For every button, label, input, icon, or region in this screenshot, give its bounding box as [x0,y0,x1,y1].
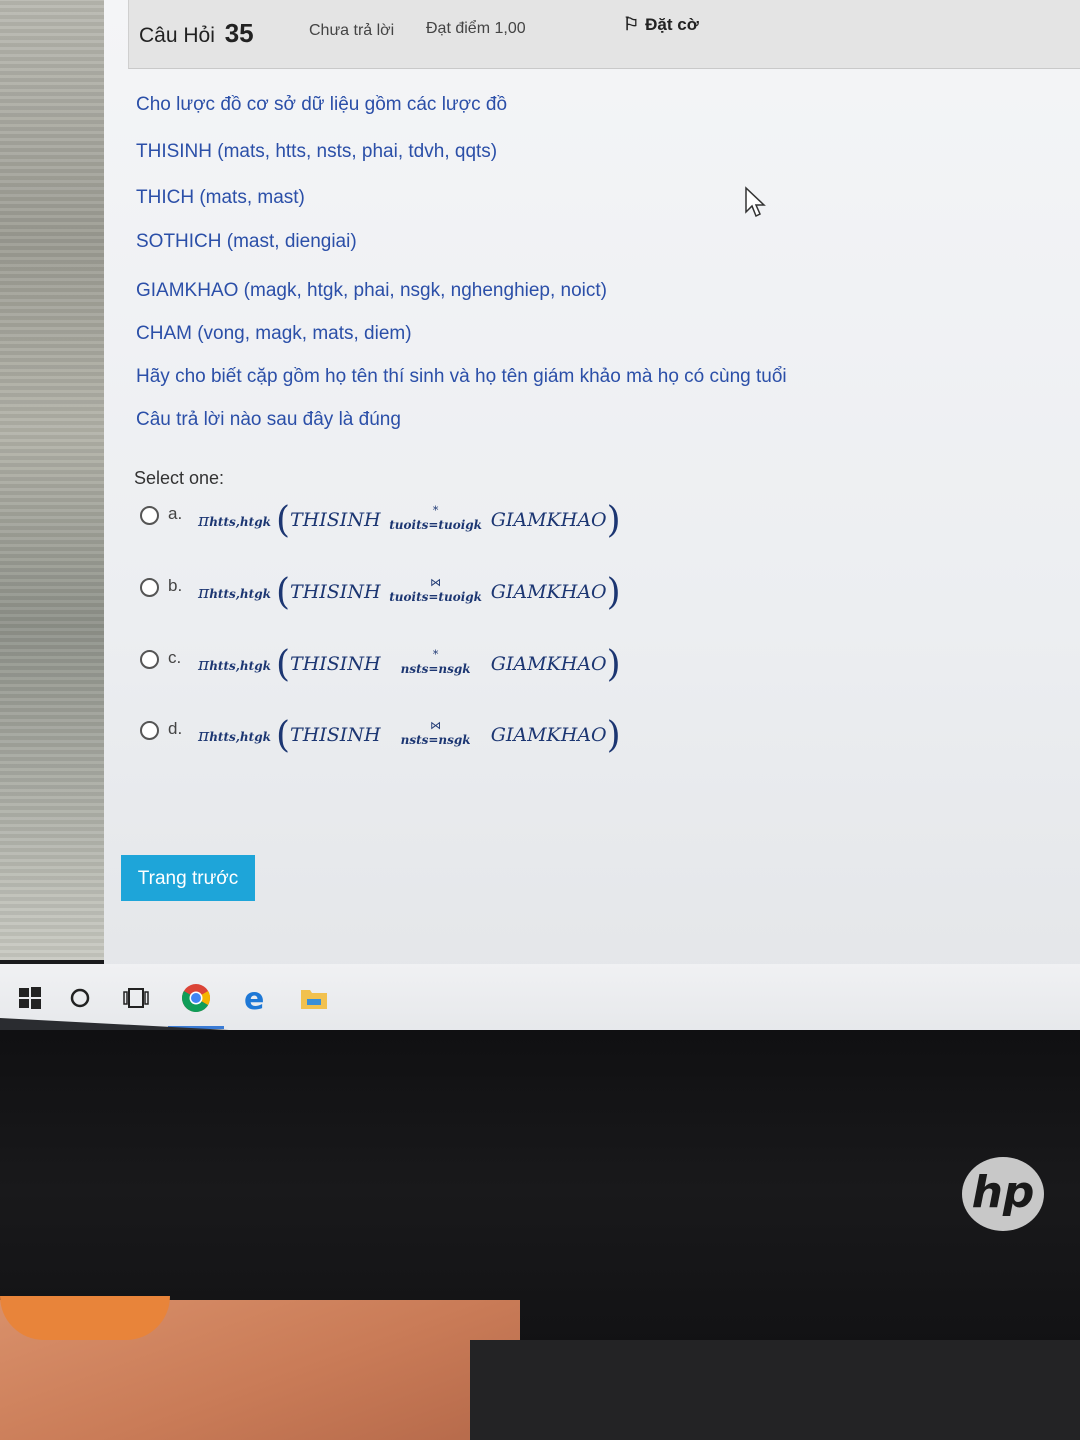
question-title: Câu Hỏi 35 [139,18,254,49]
answer-option-c[interactable]: c. πhtts,htgk (THISINH * nsts=nsgk GIAMKH… [140,644,660,710]
option-formula: πhtts,htgk (THISINH ⋈ nsts=nsgk GIAMKHAO) [198,715,621,756]
search-circle-icon[interactable] [60,978,100,1018]
flag-icon: ⚐ [623,14,640,34]
question-status: Chưa trả lời [309,22,395,39]
radio-button[interactable] [140,506,159,525]
svg-text:e: e [244,983,264,1013]
chrome-icon[interactable] [176,978,216,1018]
answer-option-a[interactable]: a. πhtts,htgk (THISINH * tuoits=tuoigk GI… [140,500,660,566]
task-view-icon[interactable] [116,978,156,1018]
edge-icon[interactable]: e [236,978,276,1018]
flag-label: Đặt cờ [645,15,699,34]
monitor-stand [470,1340,1080,1440]
mouse-cursor-icon [745,186,766,218]
option-letter: b. [168,576,183,595]
question-text-line: CHAM (vong, magk, mats, diem) [136,323,412,344]
question-text-line: THICH (mats, mast) [136,187,305,208]
windows-start-icon[interactable] [10,978,50,1018]
question-text-line: Cho lược đồ cơ sở dữ liệu gồm các lược đ… [136,94,508,115]
question-text-line: Hãy cho biết cặp gồm họ tên thí sinh và … [136,366,787,387]
option-formula: πhtts,htgk (THISINH * nsts=nsgk GIAMKHAO) [198,644,621,685]
question-info-bar: Câu Hỏi 35 Chưa trả lời Đạt điểm 1,00 ⚐ Đ… [128,0,1080,69]
radio-button[interactable] [140,650,159,669]
question-text-line: SOTHICH (mast, diengiai) [136,231,357,252]
question-number: 35 [224,18,254,48]
question-text-line: GIAMKHAO (magk, htgk, phai, nsgk, ngheng… [136,280,608,301]
question-text-line: Câu trả lời nào sau đây là đúng [136,409,401,430]
option-letter: d. [168,719,183,738]
option-letter: c. [168,648,182,667]
orange-cup [0,1296,170,1340]
answer-option-b[interactable]: b. πhtts,htgk (THISINH ⋈ tuoits=tuoigk GI… [140,572,660,638]
question-text-line: THISINH (mats, htts, nsts, phai, tdvh, q… [136,141,498,162]
radio-button[interactable] [140,578,159,597]
background-photo [0,0,104,960]
file-explorer-icon[interactable] [294,978,334,1018]
select-one-label: Select one: [134,468,225,488]
radio-button[interactable] [140,721,159,740]
flag-question-button[interactable]: ⚐ Đặt cờ [623,14,699,35]
option-letter: a. [168,504,183,523]
option-formula: πhtts,htgk (THISINH ⋈ tuoits=tuoigk GIAMK… [198,572,621,613]
previous-page-button[interactable]: Trang trước [121,855,255,901]
question-points: Đạt điểm 1,00 [426,20,526,37]
option-formula: πhtts,htgk (THISINH * tuoits=tuoigk GIAMK… [198,500,621,541]
question-label: Câu Hỏi [139,24,215,47]
taskbar: e [0,964,1080,1034]
hp-logo: hp [962,1157,1044,1231]
answer-option-d[interactable]: d. πhtts,htgk (THISINH ⋈ nsts=nsgk GIAMKH… [140,715,660,781]
